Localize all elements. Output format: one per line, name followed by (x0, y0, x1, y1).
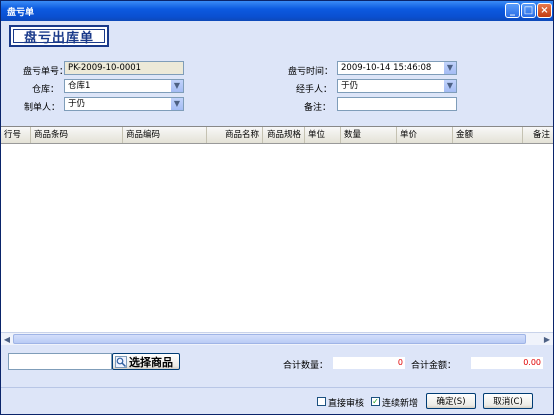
minimize-icon: _ (510, 5, 515, 16)
logo-text: 盘亏出库单 (13, 29, 105, 46)
footer-divider (1, 387, 553, 388)
magnifier-icon (115, 355, 127, 368)
warehouse-select[interactable]: 仓库1 ▼ (64, 79, 184, 93)
total-amount-value: 0.00 (471, 357, 543, 369)
total-qty-label: 合计数量： (283, 361, 329, 371)
col-header-barcode[interactable]: 商品条码 (31, 127, 123, 143)
title-bar[interactable]: 盘亏单 _ □ × (1, 1, 553, 21)
warehouse-value: 仓库1 (68, 81, 91, 91)
time-value: 2009-10-14 15:46:08 (341, 63, 432, 73)
maximize-button[interactable]: □ (521, 3, 536, 18)
time-picker[interactable]: 2009-10-14 15:46:08 ▼ (337, 61, 457, 75)
window-title: 盘亏单 (7, 8, 35, 18)
chevron-down-icon[interactable]: ▼ (443, 80, 456, 92)
col-header-name[interactable]: 商品名称 (207, 127, 263, 143)
maker-label: 制单人： (24, 103, 61, 113)
order-no-field: PK-2009-10-0001 (64, 61, 184, 75)
handler-label: 经手人： (296, 85, 333, 95)
remark-input[interactable] (337, 97, 457, 111)
scroll-right-icon[interactable]: ▶ (541, 333, 553, 345)
form-logo: 盘亏出库单 (9, 25, 109, 47)
maximize-icon: □ (523, 5, 534, 16)
direct-audit-checkbox[interactable] (317, 397, 326, 406)
dialog-window: 盘亏单 _ □ × 盘亏出库单 盘亏单号： PK-2009-10-0001 仓库… (0, 0, 554, 415)
chevron-down-icon[interactable]: ▼ (443, 62, 456, 74)
handler-value: 于仍 (341, 81, 359, 91)
maker-select[interactable]: 于仍 ▼ (64, 97, 184, 111)
col-header-remark[interactable]: 备注 (523, 127, 553, 143)
time-label: 盘亏时间： (288, 67, 334, 77)
maker-value: 于仍 (68, 99, 86, 109)
total-amount-label: 合计金额： (411, 361, 457, 371)
col-header-spec[interactable]: 商品规格 (263, 127, 305, 143)
cancel-button[interactable]: 取消(C) (483, 393, 533, 409)
total-qty-value: 0 (333, 357, 405, 369)
select-goods-label: 选择商品 (129, 355, 173, 369)
col-header-code[interactable]: 商品编码 (123, 127, 207, 143)
col-header-unit[interactable]: 单位 (305, 127, 341, 143)
grid-header: 行号 商品条码 商品编码 商品名称 商品规格 单位 数量 单价 金额 备注 (1, 127, 553, 144)
col-header-amount[interactable]: 金额 (453, 127, 523, 143)
scroll-left-icon[interactable]: ◀ (1, 333, 13, 345)
continuous-add-checkbox[interactable]: ✓ (371, 397, 380, 406)
direct-audit-label: 直接审核 (328, 399, 365, 409)
select-goods-button[interactable]: 选择商品 (112, 353, 180, 370)
chevron-down-icon[interactable]: ▼ (170, 98, 183, 110)
col-header-qty[interactable]: 数量 (341, 127, 397, 143)
continuous-add-label: 连续新增 (382, 399, 419, 409)
goods-grid[interactable]: 行号 商品条码 商品编码 商品名称 商品规格 单位 数量 单价 金额 备注 ◀ … (1, 126, 553, 345)
col-header-price[interactable]: 单价 (397, 127, 453, 143)
order-no-label: 盘亏单号： (23, 67, 69, 77)
minimize-button[interactable]: _ (505, 3, 520, 18)
ok-button[interactable]: 确定(S) (426, 393, 476, 409)
close-icon: × (540, 5, 549, 16)
handler-select[interactable]: 于仍 ▼ (337, 79, 457, 93)
warehouse-label: 仓库： (32, 85, 60, 95)
close-button[interactable]: × (537, 3, 552, 18)
goods-search-input[interactable] (8, 353, 112, 370)
remark-label: 备注： (304, 103, 332, 113)
checkmark-icon: ✓ (372, 397, 379, 406)
scroll-thumb[interactable] (13, 334, 526, 344)
col-header-line-no[interactable]: 行号 (1, 127, 31, 143)
chevron-down-icon[interactable]: ▼ (170, 80, 183, 92)
horizontal-scrollbar[interactable]: ◀ ▶ (1, 332, 553, 345)
